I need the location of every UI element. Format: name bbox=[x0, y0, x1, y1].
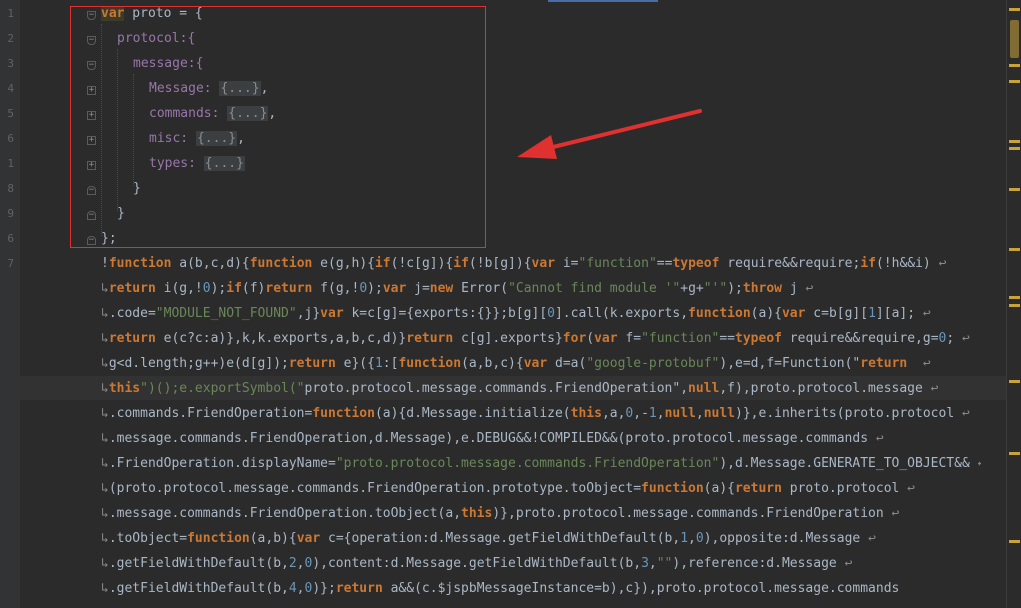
soft-wrap-icon: ↳ bbox=[101, 331, 109, 346]
soft-wrap-icon: ↳ bbox=[101, 356, 109, 371]
code-line: ↳return i(g,!0);if(f)return f(g,!0);var … bbox=[101, 281, 814, 296]
code-line: ↳(proto.protocol.message.commands.Friend… bbox=[101, 481, 916, 496]
code-line: ↳.toObject=function(a,b){var c={operatio… bbox=[101, 531, 876, 546]
code-line: ↳.message.commands.FriendOperation,d.Mes… bbox=[101, 431, 884, 446]
line-number: 4 bbox=[7, 82, 14, 95]
code-line: ↳.FriendOperation.displayName="proto.pro… bbox=[101, 456, 981, 471]
code-line: ↳.getFieldWithDefault(b,2,0),content:d.M… bbox=[101, 556, 853, 571]
error-stripe-mark bbox=[1009, 248, 1020, 251]
error-stripe-mark bbox=[1009, 540, 1020, 543]
soft-wrap-icon: ↳ bbox=[101, 431, 109, 446]
error-stripe-mark bbox=[1009, 380, 1020, 383]
line-number: 8 bbox=[7, 182, 14, 195]
annotation-arrow-icon bbox=[517, 109, 702, 159]
line-number: 6 bbox=[7, 132, 14, 145]
error-stripe-mark bbox=[1009, 296, 1020, 299]
soft-wrap-icon: ↳ bbox=[101, 556, 109, 571]
soft-wrap-icon: ↳ bbox=[101, 406, 109, 421]
error-stripe-mark bbox=[1009, 452, 1020, 455]
code-line: !function a(b,c,d){function e(g,h){if(!c… bbox=[101, 256, 947, 271]
scrollbar-thumb[interactable] bbox=[1010, 20, 1019, 58]
code-line: ↳.getFieldWithDefault(b,4,0)};return a&&… bbox=[101, 581, 900, 596]
soft-wrap-icon: ↳ bbox=[101, 531, 109, 546]
soft-wrap-icon: ↳ bbox=[101, 306, 109, 321]
line-number: 1 bbox=[7, 7, 14, 20]
line-number: 1 bbox=[7, 157, 14, 170]
soft-wrap-icon: ↳ bbox=[101, 506, 109, 521]
code-line: ↳.message.commands.FriendOperation.toObj… bbox=[101, 506, 900, 521]
line-number: 3 bbox=[7, 57, 14, 70]
soft-wrap-icon: ↳ bbox=[101, 381, 109, 396]
line-number: 6 bbox=[7, 232, 14, 245]
error-stripe-mark bbox=[1009, 304, 1020, 307]
soft-wrap-icon: ↳ bbox=[101, 456, 109, 471]
line-number-gutter: 1 2 3 4 5 6 1 8 9 6 7 bbox=[0, 0, 20, 608]
code-line: ↳g<d.length;g++)e(d[g]);return e}({1:[fu… bbox=[101, 356, 931, 371]
tab-indicator bbox=[548, 0, 658, 2]
code-line: ↳return e(c?c:a)},k,k.exports,a,b,c,d)}r… bbox=[101, 331, 970, 346]
error-stripe-mark bbox=[1009, 147, 1020, 150]
soft-wrap-icon: ↳ bbox=[101, 481, 109, 496]
error-stripe-mark bbox=[1009, 8, 1020, 11]
code-line: ↳.commands.FriendOperation=function(a){d… bbox=[101, 406, 970, 421]
code-line: ↳.code="MODULE_NOT_FOUND",j}var k=c[g]={… bbox=[101, 306, 931, 321]
vertical-scrollbar[interactable] bbox=[1006, 0, 1021, 608]
error-stripe-mark bbox=[1009, 188, 1020, 191]
line-number: 5 bbox=[7, 107, 14, 120]
error-stripe-mark bbox=[1009, 64, 1020, 67]
line-number: 9 bbox=[7, 207, 14, 220]
code-editor[interactable]: 1 2 3 4 5 6 1 8 9 6 7 − − − + + + + − − … bbox=[0, 0, 1021, 608]
soft-wrap-icon: ↳ bbox=[101, 581, 109, 596]
error-stripe-mark bbox=[1009, 140, 1020, 143]
soft-wrap-icon: ↳ bbox=[101, 281, 109, 296]
error-stripe-mark bbox=[1009, 80, 1020, 83]
code-line: ↳this")();e.exportSymbol("proto.protocol… bbox=[101, 381, 939, 396]
annotation-box bbox=[70, 6, 486, 248]
line-number: 7 bbox=[7, 257, 14, 270]
line-number: 2 bbox=[7, 32, 14, 45]
